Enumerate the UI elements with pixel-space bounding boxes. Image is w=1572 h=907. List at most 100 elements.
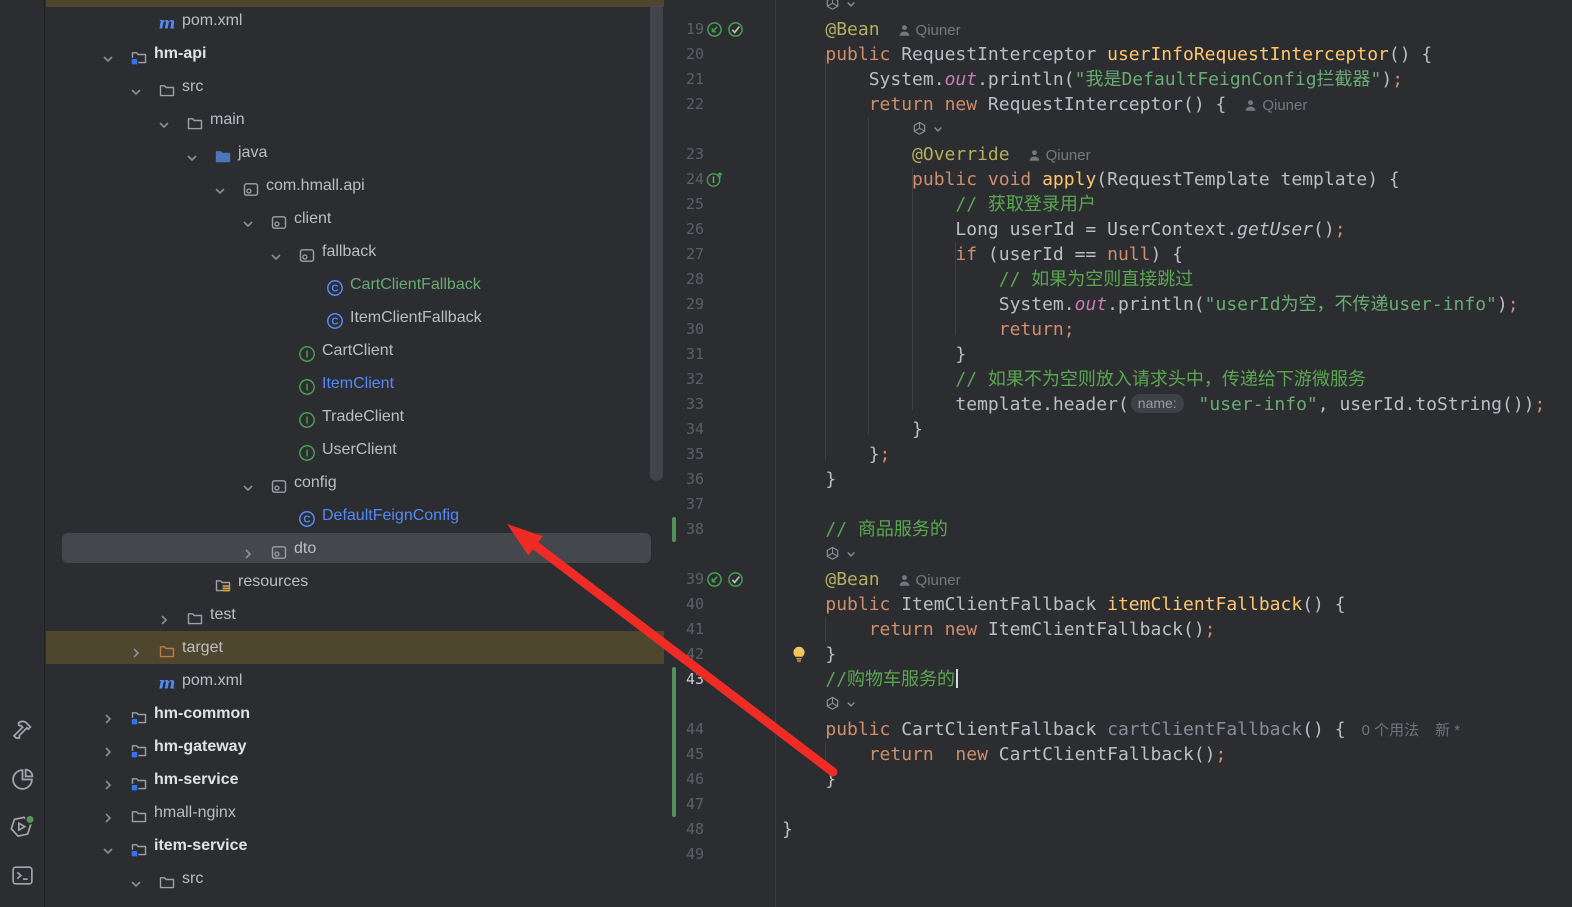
tree-row-hm-gateway[interactable]: hm-gateway	[46, 730, 664, 763]
spring-bean-inlay-icon[interactable]	[825, 0, 857, 11]
tree-row-itemclient[interactable]: I ItemClient	[46, 367, 664, 400]
line-number[interactable]: 19	[664, 17, 704, 42]
code-line-28[interactable]: 28 // 如果为空则直接跳过	[664, 267, 1572, 292]
chevron-right-icon[interactable]	[100, 706, 116, 724]
code-line-32[interactable]: 32 // 如果不为空则放入请求头中，传递给下游微服务	[664, 367, 1572, 392]
tree-row-pom.xml[interactable]: m pom.xml	[46, 4, 664, 37]
line-number[interactable]: 47	[664, 792, 704, 817]
code-line-45[interactable]: 45 return new CartClientFallback();	[664, 742, 1572, 767]
tree-row-partial[interactable]	[46, 895, 664, 907]
tree-row-cartclient[interactable]: I CartClient	[46, 334, 664, 367]
author-code-vision[interactable]: Qiuner	[1244, 97, 1307, 114]
tree-row-userclient[interactable]: I UserClient	[46, 433, 664, 466]
line-number[interactable]: 23	[664, 142, 704, 167]
chevron-right-icon[interactable]	[100, 739, 116, 757]
spring-bean-gutter-icons[interactable]	[706, 21, 744, 38]
code-line-23[interactable]: 23 @Override Qiuner	[664, 142, 1572, 167]
vcs-change-bar[interactable]	[672, 517, 676, 542]
line-number[interactable]: 28	[664, 267, 704, 292]
tree-row-hm-service[interactable]: hm-service	[46, 763, 664, 796]
code-line-49[interactable]: 49	[664, 842, 1572, 867]
code-line-43[interactable]: 43 //购物车服务的	[664, 667, 1572, 692]
line-number[interactable]: 35	[664, 442, 704, 467]
chevron-down-icon[interactable]	[212, 178, 228, 195]
code-line-27[interactable]: 27 if (userId == null) {	[664, 242, 1572, 267]
tree-row-item-service[interactable]: item-service	[46, 829, 664, 862]
code-line-31[interactable]: 31 }	[664, 342, 1572, 367]
tree-row-tradeclient[interactable]: I TradeClient	[46, 400, 664, 433]
spring-bean-inlay-icon[interactable]	[825, 546, 857, 561]
tree-row-fallback[interactable]: fallback	[46, 235, 664, 268]
author-code-vision[interactable]: Qiuner	[898, 572, 961, 589]
chevron-right-icon[interactable]	[100, 772, 116, 790]
line-number[interactable]: 45	[664, 742, 704, 767]
tree-row-target[interactable]: target	[46, 631, 664, 664]
line-number[interactable]: 42	[664, 642, 704, 667]
chevron-down-icon[interactable]	[100, 46, 116, 63]
chevron-right-icon[interactable]	[128, 640, 144, 658]
chevron-right-icon[interactable]	[156, 607, 172, 625]
line-number[interactable]: 37	[664, 492, 704, 517]
tree-row-defaultfeignconfig[interactable]: C DefaultFeignConfig	[46, 499, 664, 532]
chevron-down-icon[interactable]	[240, 475, 256, 492]
line-number[interactable]: 24	[664, 167, 704, 192]
chevron-down-icon[interactable]	[184, 145, 200, 162]
line-number[interactable]: 43	[664, 667, 704, 692]
tree-row-src[interactable]: src	[46, 70, 664, 103]
chevron-down-icon[interactable]	[128, 871, 144, 888]
code-line-25[interactable]: 25 // 获取登录用户	[664, 192, 1572, 217]
line-number[interactable]: 31	[664, 342, 704, 367]
profiler-icon[interactable]	[6, 763, 38, 795]
code-line-29[interactable]: 29 System.out.println("userId为空，不传递user-…	[664, 292, 1572, 317]
code-line-47[interactable]: 47	[664, 792, 1572, 817]
tree-row-main[interactable]: main	[46, 103, 664, 136]
line-number[interactable]: 32	[664, 367, 704, 392]
code-line-36[interactable]: 36 }	[664, 467, 1572, 492]
code-line-33[interactable]: 33 template.header(name: "user-info", us…	[664, 392, 1572, 417]
chevron-down-icon[interactable]	[100, 838, 116, 855]
code-line-26[interactable]: 26 Long userId = UserContext.getUser();	[664, 217, 1572, 242]
vcs-change-bar[interactable]	[672, 667, 676, 817]
code-line-22[interactable]: 22 return new RequestInterceptor() {Qiun…	[664, 92, 1572, 117]
code-line-44[interactable]: 44 public CartClientFallback cartClientF…	[664, 717, 1572, 742]
code-line-41[interactable]: 41 return new ItemClientFallback();	[664, 617, 1572, 642]
tree-row-dto[interactable]: dto	[46, 532, 664, 565]
code-editor[interactable]: 19 @Bean Qiuner 20 public RequestIntercept…	[664, 0, 1572, 907]
code-line-20[interactable]: 20 public RequestInterceptor userInfoReq…	[664, 42, 1572, 67]
spring-bean-inlay-icon[interactable]	[912, 121, 944, 136]
author-code-vision[interactable]: Qiuner	[1028, 147, 1091, 164]
line-number[interactable]: 26	[664, 217, 704, 242]
tree-row-hmall-nginx[interactable]: hmall-nginx	[46, 796, 664, 829]
tree-row-pom.xml[interactable]: m pom.xml	[46, 664, 664, 697]
tree-row-cartclientfallback[interactable]: C CartClientFallback	[46, 268, 664, 301]
line-number[interactable]: 20	[664, 42, 704, 67]
spring-bean-inlay-icon[interactable]	[825, 696, 857, 711]
code-line-24[interactable]: 24 I public void apply(RequestTemplate te…	[664, 167, 1572, 192]
code-line-19[interactable]: 19 @Bean Qiuner	[664, 17, 1572, 42]
spring-bean-gutter-icons[interactable]	[706, 571, 744, 588]
line-number[interactable]: 29	[664, 292, 704, 317]
line-number[interactable]: 46	[664, 767, 704, 792]
line-number[interactable]: 48	[664, 817, 704, 842]
line-number[interactable]: 38	[664, 517, 704, 542]
tree-row-hm-api[interactable]: hm-api	[46, 37, 664, 70]
code-line-34[interactable]: 34 }	[664, 417, 1572, 442]
tree-scrollbar[interactable]	[650, 3, 663, 481]
line-number[interactable]: 40	[664, 592, 704, 617]
line-number[interactable]: 33	[664, 392, 704, 417]
tree-row-client[interactable]: client	[46, 202, 664, 235]
code-vision-hint[interactable]: 新 *	[1435, 722, 1460, 739]
code-line-46[interactable]: 46 }	[664, 767, 1572, 792]
tree-row-hm-common[interactable]: hm-common	[46, 697, 664, 730]
chevron-down-icon[interactable]	[268, 244, 284, 261]
line-number[interactable]: 25	[664, 192, 704, 217]
code-line-30[interactable]: 30 return;	[664, 317, 1572, 342]
line-number[interactable]: 22	[664, 92, 704, 117]
tree-row-resources[interactable]: resources	[46, 565, 664, 598]
code-line-42[interactable]: 42 }	[664, 642, 1572, 667]
chevron-down-icon[interactable]	[156, 112, 172, 129]
code-line-38[interactable]: 38 // 商品服务的	[664, 517, 1572, 542]
code-line-35[interactable]: 35 };	[664, 442, 1572, 467]
chevron-down-icon[interactable]	[128, 79, 144, 96]
author-code-vision[interactable]: Qiuner	[898, 22, 961, 39]
